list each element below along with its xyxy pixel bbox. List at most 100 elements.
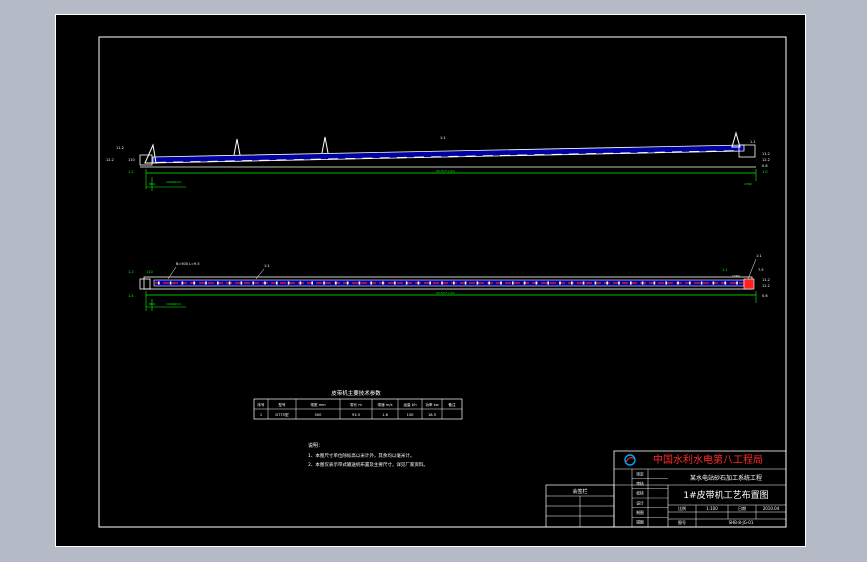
roller-mark — [276, 281, 278, 285]
roller-mark — [547, 281, 549, 285]
roller-mark — [323, 281, 325, 285]
plan-label-5: 12000mm — [166, 302, 181, 306]
roller-mark — [630, 281, 632, 285]
plan-right-label-3: 7.5 — [758, 268, 764, 272]
elev-top-label: 1:1 — [440, 136, 446, 140]
roller-mark — [193, 281, 195, 285]
elev-right-label-3: 12.2 — [762, 158, 770, 162]
plan-label-4: 1.4 — [128, 294, 134, 298]
notes: 说明： 1、本图尺寸单位除标高以米计外，其余均以毫米计。 2、本图仅表示带式输送… — [308, 442, 428, 468]
spec-value-cell: 1.6 — [382, 413, 388, 417]
roller-mark — [594, 281, 597, 285]
elev-right-label-5: 1.0 — [762, 170, 768, 174]
spec-header-cell: 功率 kw — [425, 402, 438, 407]
roller-mark — [512, 281, 514, 285]
notes-title: 说明： — [308, 442, 323, 449]
plan-label-1: 1.2 — [128, 270, 134, 274]
cad-viewport[interactable]: 11.2 12.2 110 1.2 880 12000mm 1:1 93.5m*… — [55, 14, 806, 547]
plan-leader-3 — [747, 258, 757, 280]
spec-header-cell: 带宽 mm — [310, 402, 326, 407]
roller-mark — [382, 281, 384, 285]
roller-mark — [476, 281, 479, 285]
roller-mark — [453, 281, 455, 285]
plan-right-label-5: 12.2 — [762, 284, 770, 288]
roller-mark — [169, 281, 172, 285]
roller-mark — [653, 281, 656, 285]
spec-header-cell: 带速 m/s — [378, 402, 393, 407]
drawing-no: SHB-8-JG-01 — [729, 520, 754, 525]
spec-header-cell: 备注 — [448, 402, 456, 407]
roller-mark — [559, 281, 561, 285]
roller-mark — [346, 281, 349, 285]
elev-label-3: 110 — [128, 158, 135, 162]
plan-tail — [139, 278, 151, 290]
roller-mark — [464, 281, 467, 285]
roller-mark — [606, 281, 608, 285]
approval-label: 描图 — [636, 520, 644, 525]
approval-grid: 审定审核校核设计制图描图 — [632, 471, 668, 525]
elev-overall-dim: 93.5m*1.0m — [436, 169, 455, 173]
roller-mark — [441, 281, 443, 285]
plan-right-label-1: 1.1 — [722, 268, 728, 272]
project-name: 某水电站砂石加工系统工程 — [690, 474, 762, 482]
cad-drawing: 11.2 12.2 110 1.2 880 12000mm 1:1 93.5m*… — [98, 36, 787, 528]
roller-mark — [158, 281, 160, 285]
company-logo-icon — [624, 454, 636, 466]
spec-value-cell: DT75型 — [275, 412, 289, 417]
drawing-no-label: 图号 — [678, 519, 686, 525]
roller-mark — [405, 281, 408, 285]
approval-label: 设计 — [636, 500, 644, 505]
roller-mark — [665, 281, 667, 285]
elev-label-1: 11.2 — [116, 146, 124, 150]
plan-belt — [153, 279, 745, 287]
spec-value-cell: 93.5 — [352, 413, 360, 417]
elevation-belt — [152, 144, 745, 164]
roller-mark — [724, 281, 726, 285]
roller-mark — [677, 281, 679, 285]
roller-mark — [394, 281, 396, 285]
approval-label: 校核 — [636, 491, 644, 496]
roller-mark — [358, 281, 361, 285]
drawing-name: 1#皮带机工艺布置图 — [683, 489, 768, 501]
company-name: 中国水利水电第八工程局 — [653, 453, 763, 466]
title-block: 审定审核校核设计制图描图 会签栏 中国水利水电第八工程局 某水电站砂石加工系统工… — [545, 450, 787, 528]
roller-mark — [523, 281, 526, 285]
roller-mark — [217, 281, 219, 285]
plan-callout-2: 1:1 — [264, 264, 270, 268]
approval-label: 制图 — [636, 510, 644, 515]
elev-label-4: 1.2 — [128, 170, 134, 174]
roller-mark — [335, 281, 337, 285]
approval-label: 审核 — [636, 481, 644, 486]
support-tower-1 — [233, 138, 241, 156]
roller-mark — [252, 281, 254, 285]
support-tower-2 — [321, 136, 329, 154]
plan-right-label-6: 0.6 — [762, 294, 768, 298]
roller-mark — [689, 281, 691, 285]
roller-mark — [240, 281, 243, 285]
roller-mark — [641, 281, 644, 285]
plan-callout-1: B=500 L=9.5 — [176, 262, 200, 266]
plan-leader-2 — [255, 268, 265, 280]
date-label: 日期 — [738, 505, 746, 511]
roller-mark — [582, 281, 585, 285]
roller-mark — [299, 281, 302, 285]
roller-mark — [571, 281, 573, 285]
elev-right-label-1: 1.1 — [750, 140, 756, 144]
elev-label-2: 12.2 — [106, 158, 114, 162]
scale-value: 1:100 — [706, 506, 718, 511]
spec-value-cell: 500 — [315, 413, 323, 417]
spec-header-cell: 运量 t/h — [403, 402, 416, 407]
elev-right-label-2: 11.2 — [762, 152, 770, 156]
plan-view: 1.2 110 880 1.4 12000mm B=500 L=9.5 1:1 … — [128, 254, 770, 311]
countersign-label: 会签栏 — [572, 488, 587, 495]
elev-label-6: 12000mm — [166, 180, 181, 184]
spec-value-cell: 18.5 — [428, 413, 436, 417]
roller-mark — [417, 281, 420, 285]
plan-label-3: 880 — [149, 302, 155, 306]
roller-mark — [228, 281, 231, 285]
elev-right-label-4: 0.6 — [762, 164, 768, 168]
spec-table: 皮带机主要技术参数 序号 型号 带宽 mm 带长 m 带速 m/s 运量 t/h 功率 kw… — [253, 389, 463, 420]
roller-mark — [429, 281, 431, 285]
roller-mark — [264, 281, 266, 285]
elev-right-label-6: 1760 — [744, 182, 752, 186]
